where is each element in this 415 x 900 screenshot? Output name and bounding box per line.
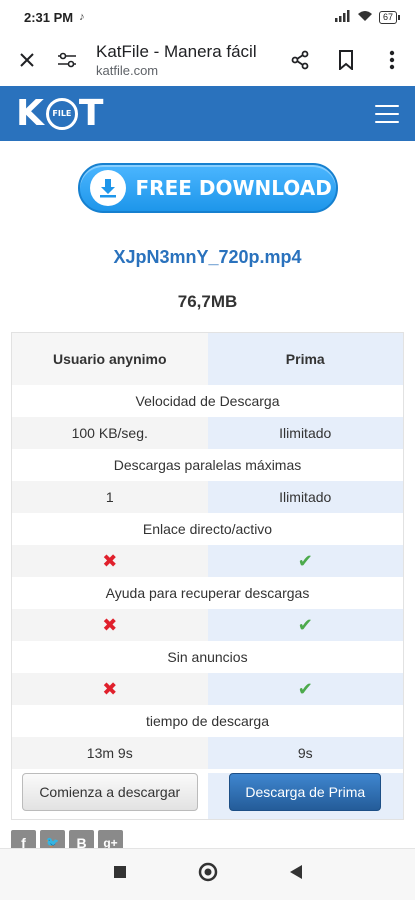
feature-label-row: Sin anuncios [12, 641, 403, 673]
signal-icon [334, 9, 351, 25]
status-bar: 2:31 PM ♪ 67 [0, 0, 415, 34]
header-free-user: Usuario anynimo [12, 333, 208, 385]
feature-value-row: 1 Ilimitado [12, 481, 403, 513]
status-time: 2:31 PM [24, 9, 74, 25]
feature-label-row: Ayuda para recuperar descargas [12, 577, 403, 609]
battery-icon: 67 [378, 10, 401, 24]
close-icon[interactable] [12, 45, 42, 75]
feature-label-row: Descargas paralelas máximas [12, 449, 403, 481]
page-url: katfile.com [96, 63, 159, 78]
free-download-label: FREE DOWNLOAD [135, 176, 332, 200]
free-download-button[interactable]: FREE DOWNLOAD [77, 163, 338, 213]
cross-icon: ✖ [102, 614, 118, 635]
action-buttons-row: Comienza a descargar Descarga de Prima [12, 769, 403, 819]
back-icon[interactable] [289, 864, 303, 885]
site-header: K FILE T [0, 86, 415, 141]
browser-toolbar: KatFile - Manera fácil katfile.com [0, 34, 415, 86]
check-icon: ✔ [297, 678, 313, 699]
download-arrow-icon [89, 170, 126, 206]
feature-value-row: ✖ ✔ [12, 609, 403, 641]
hamburger-menu-icon[interactable] [375, 104, 399, 123]
home-icon[interactable] [197, 861, 219, 888]
cross-icon: ✖ [102, 550, 118, 571]
premium-download-button[interactable]: Descarga de Prima [229, 773, 382, 811]
check-icon: ✔ [297, 614, 313, 635]
more-menu-icon[interactable] [377, 45, 407, 75]
feature-value-row: 13m 9s 9s [12, 737, 403, 769]
feature-label-row: Enlace directo/activo [12, 513, 403, 545]
header-premium: Prima [207, 333, 403, 385]
share-icon[interactable] [285, 45, 315, 75]
start-free-download-button[interactable]: Comienza a descargar [21, 773, 198, 811]
cross-icon: ✖ [102, 678, 118, 699]
comparison-table: Usuario anynimo Prima Velocidad de Desca… [11, 332, 404, 820]
feature-value-row: 100 KB/seg. Ilimitado [12, 417, 403, 449]
check-icon: ✔ [297, 550, 313, 571]
table-header-row: Usuario anynimo Prima [12, 333, 403, 385]
feature-value-row: ✖ ✔ [12, 673, 403, 705]
bookmark-icon[interactable] [331, 45, 361, 75]
wifi-icon [357, 10, 373, 25]
katfile-logo[interactable]: K FILE T [16, 93, 104, 134]
feature-value-row: ✖ ✔ [12, 545, 403, 577]
file-name[interactable]: XJpN3mnY_720p.mp4 [0, 247, 415, 268]
feature-label-row: Velocidad de Descarga [12, 385, 403, 417]
recents-icon[interactable] [113, 865, 127, 884]
file-size: 76,7MB [177, 292, 238, 311]
tiktok-icon: ♪ [79, 11, 85, 23]
page-title: KatFile - Manera fácil [96, 42, 257, 61]
feature-label-row: tiempo de descarga [12, 705, 403, 737]
site-settings-icon[interactable] [52, 45, 82, 75]
system-nav-bar [0, 848, 415, 900]
tab-title-area[interactable]: KatFile - Manera fácil katfile.com [96, 42, 275, 78]
